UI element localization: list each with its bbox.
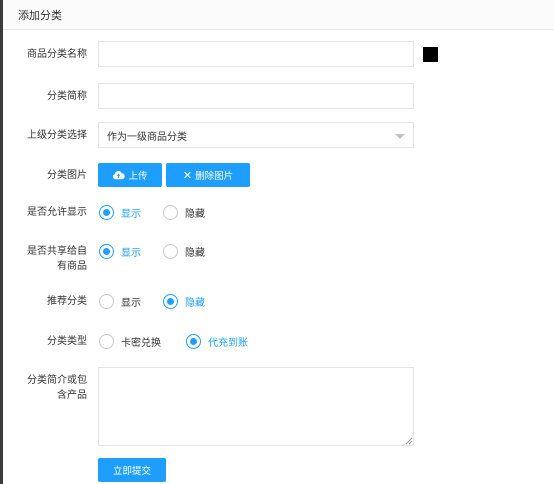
image-label: 分类图片 (47, 170, 87, 181)
radio-unchecked-icon (163, 205, 178, 220)
short-name-input[interactable] (98, 83, 414, 109)
submit-button-label: 立即提交 (112, 466, 151, 477)
radio-unchecked-icon (99, 294, 114, 309)
share-label-line1: 是否共享给自 (27, 246, 87, 257)
category-name-input[interactable] (98, 41, 414, 67)
radio-label: 隐藏 (185, 209, 205, 220)
dialog-title: 添加分类 (18, 8, 62, 22)
submit-button[interactable]: 立即提交 (98, 458, 166, 482)
share-label-line2: 有商品 (57, 261, 87, 272)
allow-display-show-radio[interactable]: 显示 (99, 205, 141, 220)
delete-image-button-label: 删除图片 (195, 171, 234, 182)
radio-label: 隐藏 (185, 298, 205, 309)
recommend-label: 推荐分类 (47, 296, 87, 307)
cloud-upload-icon (113, 171, 126, 180)
allow-display-hide-radio[interactable]: 隐藏 (163, 205, 205, 220)
allow-display-label: 是否允许显示 (27, 207, 87, 218)
short-name-label: 分类简称 (47, 91, 87, 102)
parent-category-label: 上级分类选择 (27, 130, 87, 141)
share-hide-radio[interactable]: 隐藏 (163, 244, 205, 259)
description-label-line1: 分类简介或包 (27, 375, 87, 386)
name-label: 商品分类名称 (27, 49, 87, 60)
radio-checked-icon (99, 244, 114, 259)
radio-label: 显示 (121, 298, 141, 309)
color-swatch[interactable] (423, 47, 438, 62)
upload-button[interactable]: 上传 (98, 163, 162, 187)
recommend-hide-radio[interactable]: 隐藏 (163, 294, 205, 309)
caret-down-icon (395, 134, 405, 139)
window-left-edge (0, 0, 3, 484)
radio-label: 卡密兑换 (121, 338, 161, 349)
parent-category-selected: 作为一级商品分类 (107, 131, 187, 143)
type-direct-recharge-radio[interactable]: 代充到账 (186, 334, 248, 349)
radio-label: 显示 (121, 248, 141, 259)
radio-label: 代充到账 (208, 338, 248, 349)
recommend-show-radio[interactable]: 显示 (99, 294, 141, 309)
upload-button-label: 上传 (128, 171, 148, 182)
description-textarea[interactable] (98, 367, 414, 446)
description-label-line2: 含产品 (57, 390, 87, 401)
radio-checked-icon (99, 205, 114, 220)
parent-category-select[interactable]: 作为一级商品分类 (98, 122, 414, 148)
radio-checked-icon (163, 294, 178, 309)
category-type-label: 分类类型 (47, 336, 87, 347)
share-show-radio[interactable]: 显示 (99, 244, 141, 259)
resize-grip-icon[interactable] (405, 437, 413, 445)
dialog-header: 添加分类 (3, 0, 554, 30)
radio-checked-icon (186, 334, 201, 349)
radio-unchecked-icon (163, 244, 178, 259)
radio-label: 显示 (121, 209, 141, 220)
radio-unchecked-icon (99, 334, 114, 349)
type-card-exchange-radio[interactable]: 卡密兑换 (99, 334, 161, 349)
radio-label: 隐藏 (185, 248, 205, 259)
close-icon: ✕ (182, 168, 193, 182)
delete-image-button[interactable]: ✕ 删除图片 (166, 163, 250, 187)
